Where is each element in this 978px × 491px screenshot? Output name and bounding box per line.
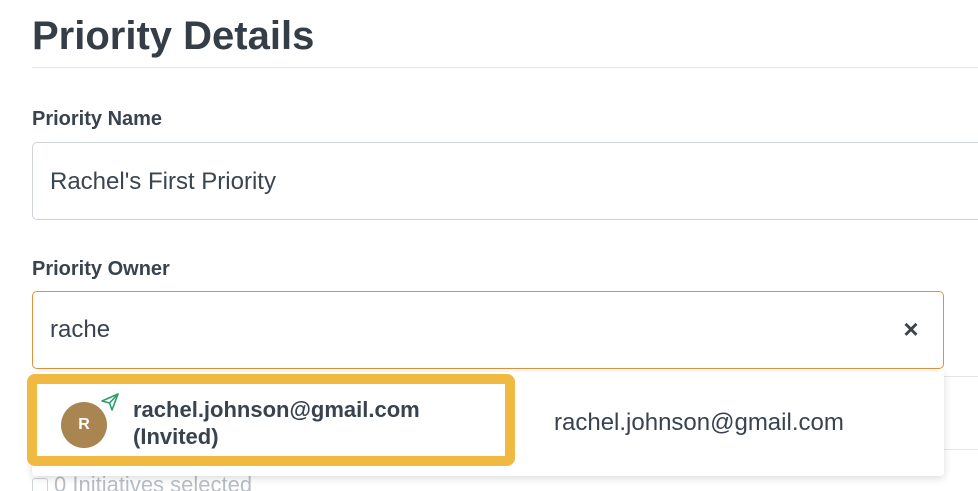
priority-name-input[interactable]: Rachel's First Priority (32, 142, 978, 220)
dropdown-option[interactable]: R rachel.johnson@gmail.com (Invited) rac… (27, 372, 944, 476)
option-email: rachel.johnson@gmail.com (554, 409, 844, 436)
option-name-line1: rachel.johnson@gmail.com (133, 397, 420, 422)
priority-owner-label: Priority Owner (32, 258, 170, 280)
priority-name-label: Priority Name (32, 108, 163, 130)
page-title: Priority Details (32, 14, 315, 58)
background-field-edge (944, 376, 978, 450)
priority-owner-search-input[interactable]: rache × (32, 291, 944, 369)
title-divider (32, 67, 978, 68)
priority-name-value: Rachel's First Priority (50, 168, 276, 195)
initiatives-checkbox[interactable] (32, 478, 48, 491)
owner-dropdown: R rachel.johnson@gmail.com (Invited) rac… (27, 372, 944, 476)
option-invited-status: (Invited) (133, 424, 219, 449)
option-name: rachel.johnson@gmail.com (Invited) (133, 396, 513, 450)
clear-icon[interactable]: × (897, 314, 925, 344)
priority-owner-query: rache (50, 316, 111, 343)
paper-plane-icon (101, 393, 119, 411)
